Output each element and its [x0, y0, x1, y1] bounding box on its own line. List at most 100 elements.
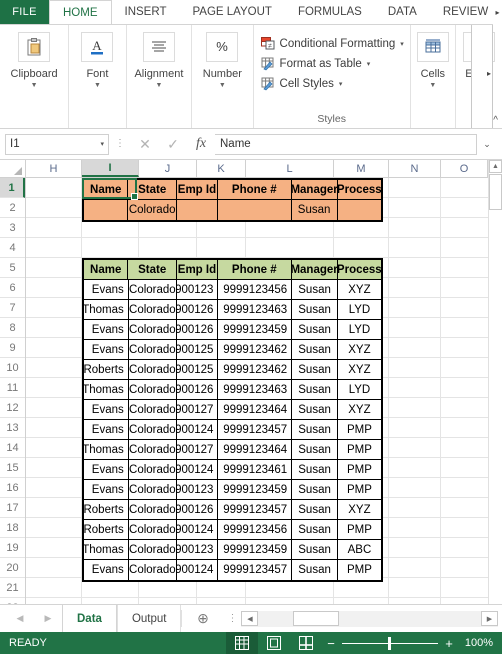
table-cell[interactable]: 9999123457	[218, 500, 293, 520]
table-cell[interactable]: PMP	[337, 480, 381, 500]
table-cell[interactable]: Susan	[292, 420, 338, 440]
table-cell[interactable]: 900127	[176, 440, 219, 460]
zoom-in-button[interactable]: +	[440, 636, 458, 651]
table-cell[interactable]: PMP	[337, 440, 381, 460]
grid-cell[interactable]	[26, 478, 82, 498]
column-header-M[interactable]: M	[334, 160, 389, 177]
zoom-slider[interactable]	[340, 632, 440, 654]
grid-cell[interactable]	[389, 218, 441, 238]
table-cell[interactable]: Colorado	[128, 380, 177, 400]
clipboard-caret-icon[interactable]: ▼	[31, 82, 38, 89]
table-cell[interactable]: Thomas	[84, 440, 129, 460]
grid-cell[interactable]	[389, 178, 441, 198]
data-header-phone[interactable]: Phone #	[217, 260, 292, 280]
table-cell[interactable]: Colorado	[128, 340, 177, 360]
grid-cell[interactable]	[389, 358, 441, 378]
grid-cell[interactable]	[389, 278, 441, 298]
grid-cell[interactable]	[26, 398, 82, 418]
table-cell[interactable]: XYZ	[337, 400, 381, 420]
data-header-process[interactable]: Process	[337, 260, 381, 280]
grid-cell[interactable]	[139, 238, 197, 258]
grid-cell[interactable]	[26, 578, 82, 598]
row-header-6[interactable]: 6	[0, 278, 25, 298]
column-header-O[interactable]: O	[441, 160, 488, 177]
row-header-8[interactable]: 8	[0, 318, 25, 338]
table-cell[interactable]: Susan	[292, 560, 338, 580]
table-cell[interactable]: XYZ	[337, 340, 381, 360]
normal-view-icon[interactable]	[226, 632, 258, 654]
expand-formula-bar-icon[interactable]: ⌄	[477, 139, 497, 150]
name-box-dropdown-icon[interactable]: ▾	[100, 140, 104, 148]
cancel-icon[interactable]: ✕	[131, 134, 159, 155]
grid-cell[interactable]	[26, 218, 82, 238]
row-header-18[interactable]: 18	[0, 518, 25, 538]
table-cell[interactable]: Susan	[292, 300, 338, 320]
table-cell[interactable]: ABC	[337, 540, 381, 560]
grid-cell[interactable]	[389, 558, 441, 578]
grid-cell[interactable]	[26, 438, 82, 458]
row-header-14[interactable]: 14	[0, 438, 25, 458]
formula-input[interactable]: Name	[215, 133, 477, 155]
table-cell[interactable]: Evans	[84, 480, 129, 500]
table-cell[interactable]: PMP	[337, 420, 381, 440]
row-header-15[interactable]: 15	[0, 458, 25, 478]
table-cell[interactable]: PMP	[337, 460, 381, 480]
row-header-9[interactable]: 9	[0, 338, 25, 358]
tab-data[interactable]: DATA	[375, 0, 430, 24]
grid-cell[interactable]	[389, 318, 441, 338]
table-cell[interactable]: 900124	[176, 520, 219, 540]
table-cell[interactable]: Evans	[84, 460, 129, 480]
conditional-formatting-button[interactable]: ≠ Conditional Formatting ▾	[260, 34, 404, 54]
insert-function-icon[interactable]: fx	[187, 134, 215, 155]
table-cell[interactable]: Susan	[292, 380, 338, 400]
criteria-value-emp-id[interactable]	[176, 200, 218, 220]
row-header-12[interactable]: 12	[0, 398, 25, 418]
grid-cell[interactable]	[26, 258, 82, 278]
grid-cell[interactable]	[26, 298, 82, 318]
table-cell[interactable]: 900123	[176, 540, 219, 560]
table-cell[interactable]: 9999123459	[218, 540, 293, 560]
grid-cell[interactable]	[26, 198, 82, 218]
table-cell[interactable]: Colorado	[128, 280, 177, 300]
table-cell[interactable]: Roberts	[84, 360, 129, 380]
row-header-13[interactable]: 13	[0, 418, 25, 438]
cell-styles-caret-icon[interactable]: ▾	[339, 80, 343, 88]
table-cell[interactable]: XYZ	[337, 500, 381, 520]
criteria-header-process[interactable]: Process	[337, 180, 381, 200]
cells-button[interactable]: Cells ▼	[411, 32, 455, 89]
grid-cell[interactable]	[389, 518, 441, 538]
criteria-value-process[interactable]	[337, 200, 381, 220]
number-caret-icon[interactable]: ▼	[219, 82, 226, 89]
number-button[interactable]: % Number ▼	[200, 32, 244, 89]
table-cell[interactable]: 900127	[176, 400, 219, 420]
sheet-next-icon[interactable]: ▶	[34, 613, 62, 624]
table-cell[interactable]: Susan	[292, 500, 338, 520]
table-cell[interactable]: 9999123459	[218, 480, 293, 500]
table-cell[interactable]: 900126	[176, 300, 219, 320]
grid-cell[interactable]	[26, 558, 82, 578]
grid-cell[interactable]	[389, 378, 441, 398]
table-cell[interactable]: Susan	[292, 480, 338, 500]
alignment-caret-icon[interactable]: ▼	[155, 82, 162, 89]
table-cell[interactable]: Roberts	[84, 500, 129, 520]
table-cell[interactable]: Colorado	[128, 400, 177, 420]
table-cell[interactable]: Colorado	[128, 420, 177, 440]
criteria-value-phone[interactable]	[217, 200, 292, 220]
table-cell[interactable]: LYD	[337, 300, 381, 320]
grid-cell[interactable]	[26, 358, 82, 378]
row-header-2[interactable]: 2	[0, 198, 25, 218]
table-cell[interactable]: 900126	[176, 380, 219, 400]
table-cell[interactable]: 900123	[176, 280, 219, 300]
table-cell[interactable]: Susan	[292, 280, 338, 300]
row-header-11[interactable]: 11	[0, 378, 25, 398]
grid-cell[interactable]	[389, 198, 441, 218]
table-cell[interactable]: 9999123456	[218, 280, 293, 300]
cell-styles-button[interactable]: Cell Styles ▾	[261, 74, 343, 94]
grid-cell[interactable]	[389, 438, 441, 458]
grid-cell[interactable]	[389, 538, 441, 558]
cells-caret-icon[interactable]: ▼	[429, 82, 436, 89]
conditional-formatting-caret-icon[interactable]: ▾	[400, 40, 404, 48]
criteria-header-name[interactable]: Name	[84, 180, 129, 200]
grid-cell[interactable]	[26, 418, 82, 438]
table-cell[interactable]: Evans	[84, 560, 129, 580]
